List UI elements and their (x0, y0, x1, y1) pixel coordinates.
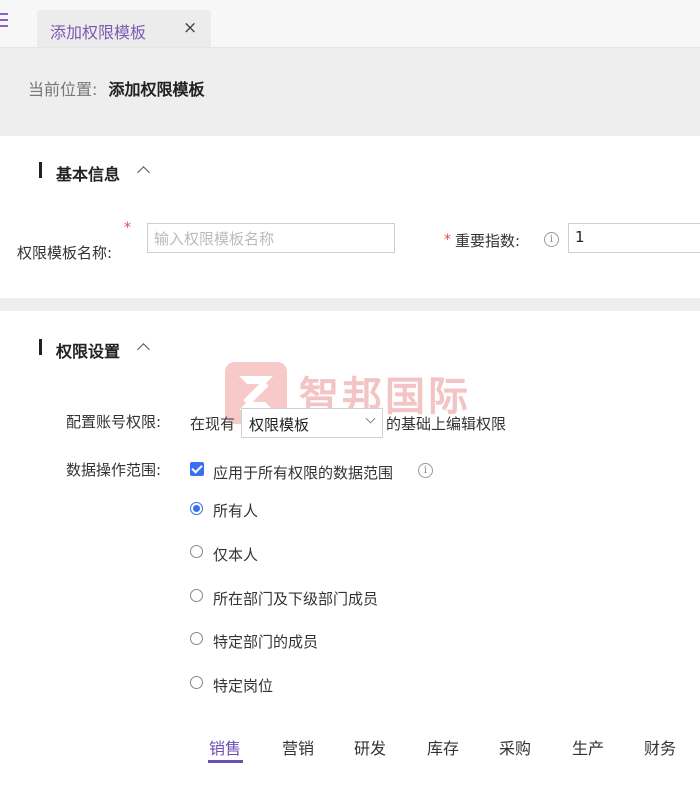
tab-production[interactable]: 生产 (572, 735, 604, 759)
template-select[interactable]: 权限模板 (241, 408, 383, 438)
tab-finance[interactable]: 财务 (644, 735, 676, 759)
radio-label: 特定部门的成员 (213, 633, 319, 651)
top-tab-bar: 添加权限模板 × (0, 0, 700, 48)
template-name-input[interactable]: 输入权限模板名称 (147, 223, 395, 253)
tab-marketing[interactable]: 营销 (282, 735, 314, 759)
close-icon[interactable]: × (183, 18, 197, 38)
permission-settings-title: 权限设置 (56, 342, 121, 361)
section-marker (39, 162, 42, 178)
radio-all[interactable] (190, 502, 203, 515)
apply-all-checkbox[interactable] (190, 462, 204, 476)
required-mark: * (444, 232, 451, 248)
radio-label: 所有人 (213, 502, 259, 520)
info-icon[interactable]: i (418, 463, 433, 478)
radio-label: 特定岗位 (213, 677, 274, 695)
radio-dept-and-sub[interactable] (190, 589, 203, 602)
active-tab-indicator (208, 760, 243, 763)
required-mark: * (124, 220, 131, 236)
menu-icon[interactable] (0, 13, 8, 27)
radio-specific-dept[interactable] (190, 632, 203, 645)
account-permission-suffix: 的基础上编辑权限 (386, 415, 507, 433)
breadcrumb: 当前位置: 添加权限模板 (28, 76, 205, 100)
breadcrumb-label: 当前位置: (28, 80, 98, 99)
account-permission-label: 配置账号权限: (66, 413, 162, 431)
permission-settings-card (0, 311, 700, 791)
section-marker (39, 339, 42, 355)
importance-input[interactable]: 1 (568, 223, 700, 253)
radio-self[interactable] (190, 545, 203, 558)
tab-sales[interactable]: 销售 (209, 735, 241, 759)
data-scope-label: 数据操作范围: (66, 461, 162, 479)
info-icon[interactable]: i (544, 232, 559, 247)
template-name-label: 权限模板名称: (17, 244, 113, 262)
tab-rd[interactable]: 研发 (354, 735, 386, 759)
tab-add-permission-template[interactable]: 添加权限模板 × (37, 10, 211, 47)
tab-purchasing[interactable]: 采购 (499, 735, 531, 759)
account-permission-prefix: 在现有 (190, 415, 236, 433)
basic-info-title: 基本信息 (56, 165, 121, 184)
tab-label: 添加权限模板 (50, 23, 147, 42)
radio-label: 所在部门及下级部门成员 (213, 590, 379, 608)
tab-inventory[interactable]: 库存 (427, 735, 459, 759)
radio-specific-position[interactable] (190, 676, 203, 689)
apply-all-label: 应用于所有权限的数据范围 (213, 464, 394, 482)
breadcrumb-current: 添加权限模板 (108, 80, 205, 99)
importance-label: 重要指数: (455, 232, 521, 250)
radio-label: 仅本人 (213, 546, 259, 564)
